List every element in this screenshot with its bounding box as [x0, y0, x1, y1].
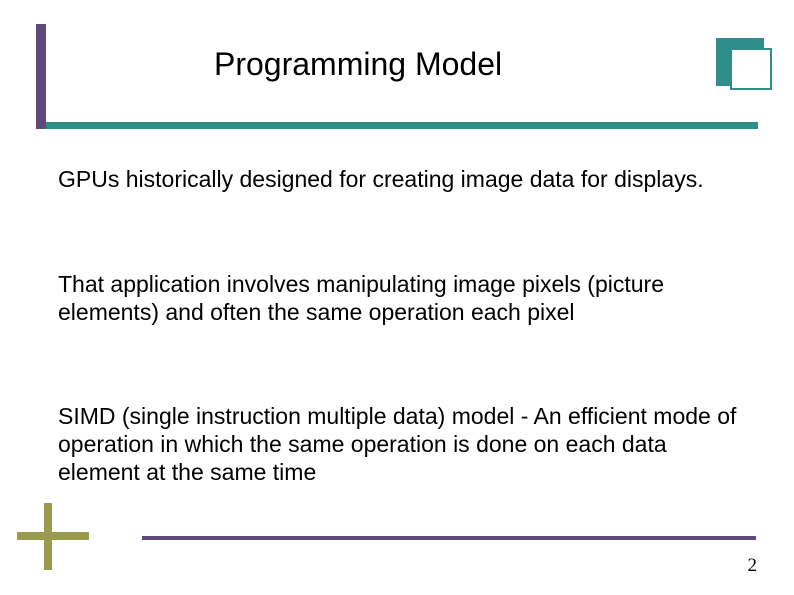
accent-bar-vertical — [36, 24, 46, 129]
footer-rule — [142, 536, 756, 540]
paragraph-1: GPUs historically designed for creating … — [58, 165, 738, 193]
plus-icon-horizontal — [17, 532, 89, 540]
page-number: 2 — [748, 555, 758, 577]
paragraph-2: That application involves manipulating i… — [58, 270, 738, 326]
title-underline — [46, 122, 758, 129]
paragraph-3: SIMD (single instruction multiple data) … — [58, 402, 738, 486]
corner-square-front — [730, 48, 772, 90]
slide-title: Programming Model — [214, 46, 502, 83]
